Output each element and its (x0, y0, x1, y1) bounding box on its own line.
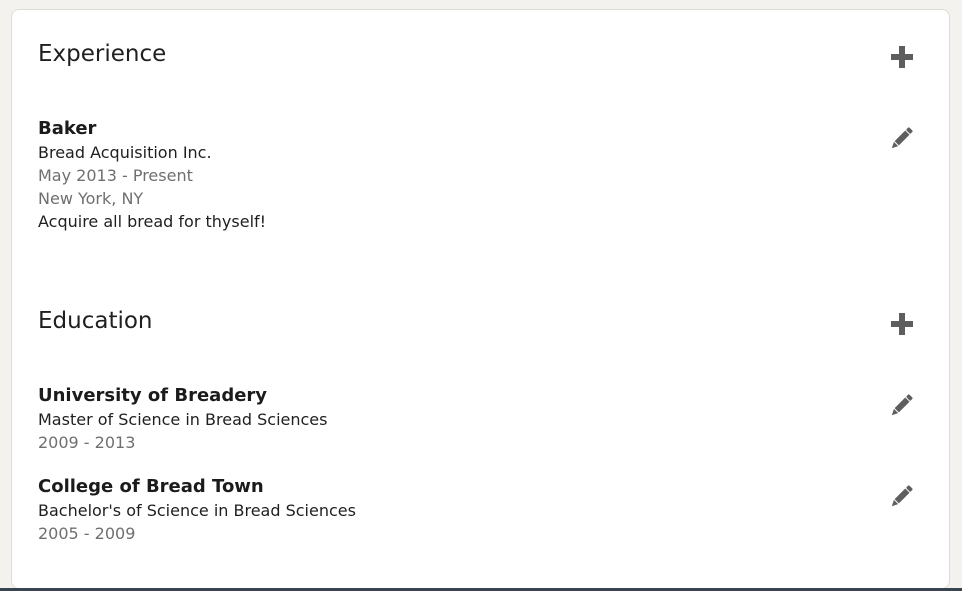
education-years: 2005 - 2009 (38, 524, 136, 543)
profile-card: Experience Baker Bread Acquisition Inc. … (11, 9, 950, 589)
education-years: 2009 - 2013 (38, 433, 136, 452)
education-entry: University of Breadery Master of Science… (38, 384, 838, 454)
add-experience-button[interactable] (889, 44, 915, 70)
degree-name: Master of Science in Bread Sciences (38, 410, 328, 429)
experience-entry: Baker Bread Acquisition Inc. May 2013 - … (38, 117, 838, 233)
pencil-icon (891, 394, 913, 416)
experience-heading: Experience (38, 41, 167, 67)
edit-education-button[interactable] (886, 391, 916, 421)
job-dates: May 2013 - Present (38, 166, 193, 185)
company-name: Bread Acquisition Inc. (38, 143, 212, 162)
school-name: College of Bread Town (38, 476, 264, 497)
pencil-icon (891, 485, 913, 507)
edit-experience-button[interactable] (886, 124, 916, 154)
job-title: Baker (38, 118, 97, 139)
edit-education-button[interactable] (886, 482, 916, 512)
job-description: Acquire all bread for thyself! (38, 212, 267, 231)
education-entry: College of Bread Town Bachelor's of Scie… (38, 475, 838, 545)
plus-icon (891, 46, 913, 68)
plus-icon (891, 313, 913, 335)
pencil-icon (891, 127, 913, 149)
add-education-button[interactable] (889, 311, 915, 337)
school-name: University of Breadery (38, 385, 268, 406)
education-heading: Education (38, 308, 153, 334)
job-location: New York, NY (38, 189, 144, 208)
degree-name: Bachelor's of Science in Bread Sciences (38, 501, 356, 520)
